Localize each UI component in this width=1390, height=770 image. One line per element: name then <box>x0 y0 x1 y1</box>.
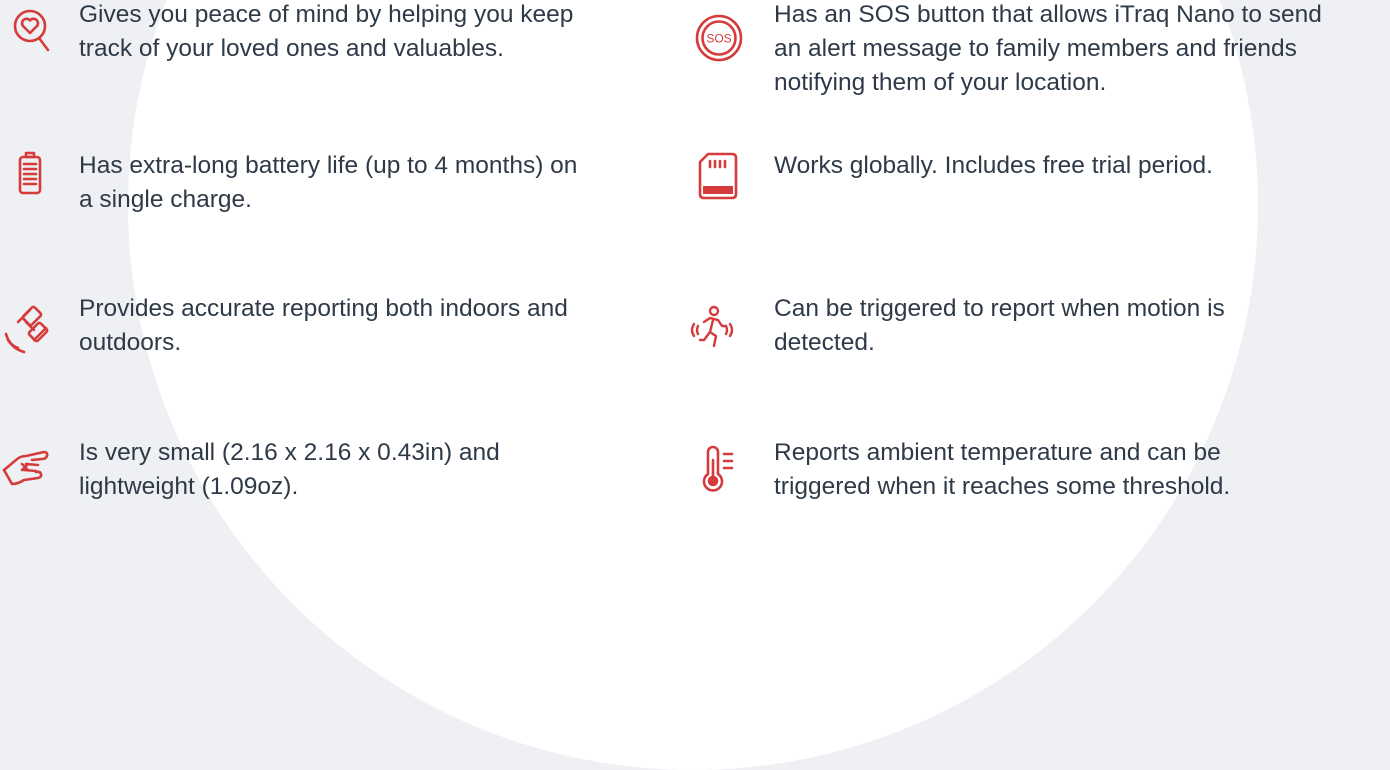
feature-text: Works globally. Includes free trial peri… <box>774 152 1213 179</box>
motion-icon <box>686 302 738 354</box>
feature-text: Reports ambient temperature and can be t… <box>774 439 1231 500</box>
feature-text: Has an SOS button that allows iTraq Nano… <box>774 1 1322 96</box>
thermometer-icon <box>696 444 748 496</box>
heart-search-icon <box>8 6 60 58</box>
sos-icon: SOS <box>693 12 745 64</box>
feature-text: Can be triggered to report when motion i… <box>774 295 1225 356</box>
sos-icon-label: SOS <box>706 32 731 46</box>
small-size-hand-icon <box>0 438 52 490</box>
sim-card-icon <box>692 150 744 202</box>
feature-text: Gives you peace of mind by helping you k… <box>79 1 574 62</box>
feature-list: Gives you peace of mind by helping you k… <box>0 0 1390 505</box>
feature-text: Has extra-long battery life (up to 4 mon… <box>79 152 578 213</box>
satellite-icon <box>4 302 56 354</box>
feature-text: Is very small (2.16 x 2.16 x 0.43in) and… <box>79 439 500 500</box>
battery-icon <box>8 150 60 202</box>
feature-text: Provides accurate reporting both indoors… <box>79 295 568 356</box>
